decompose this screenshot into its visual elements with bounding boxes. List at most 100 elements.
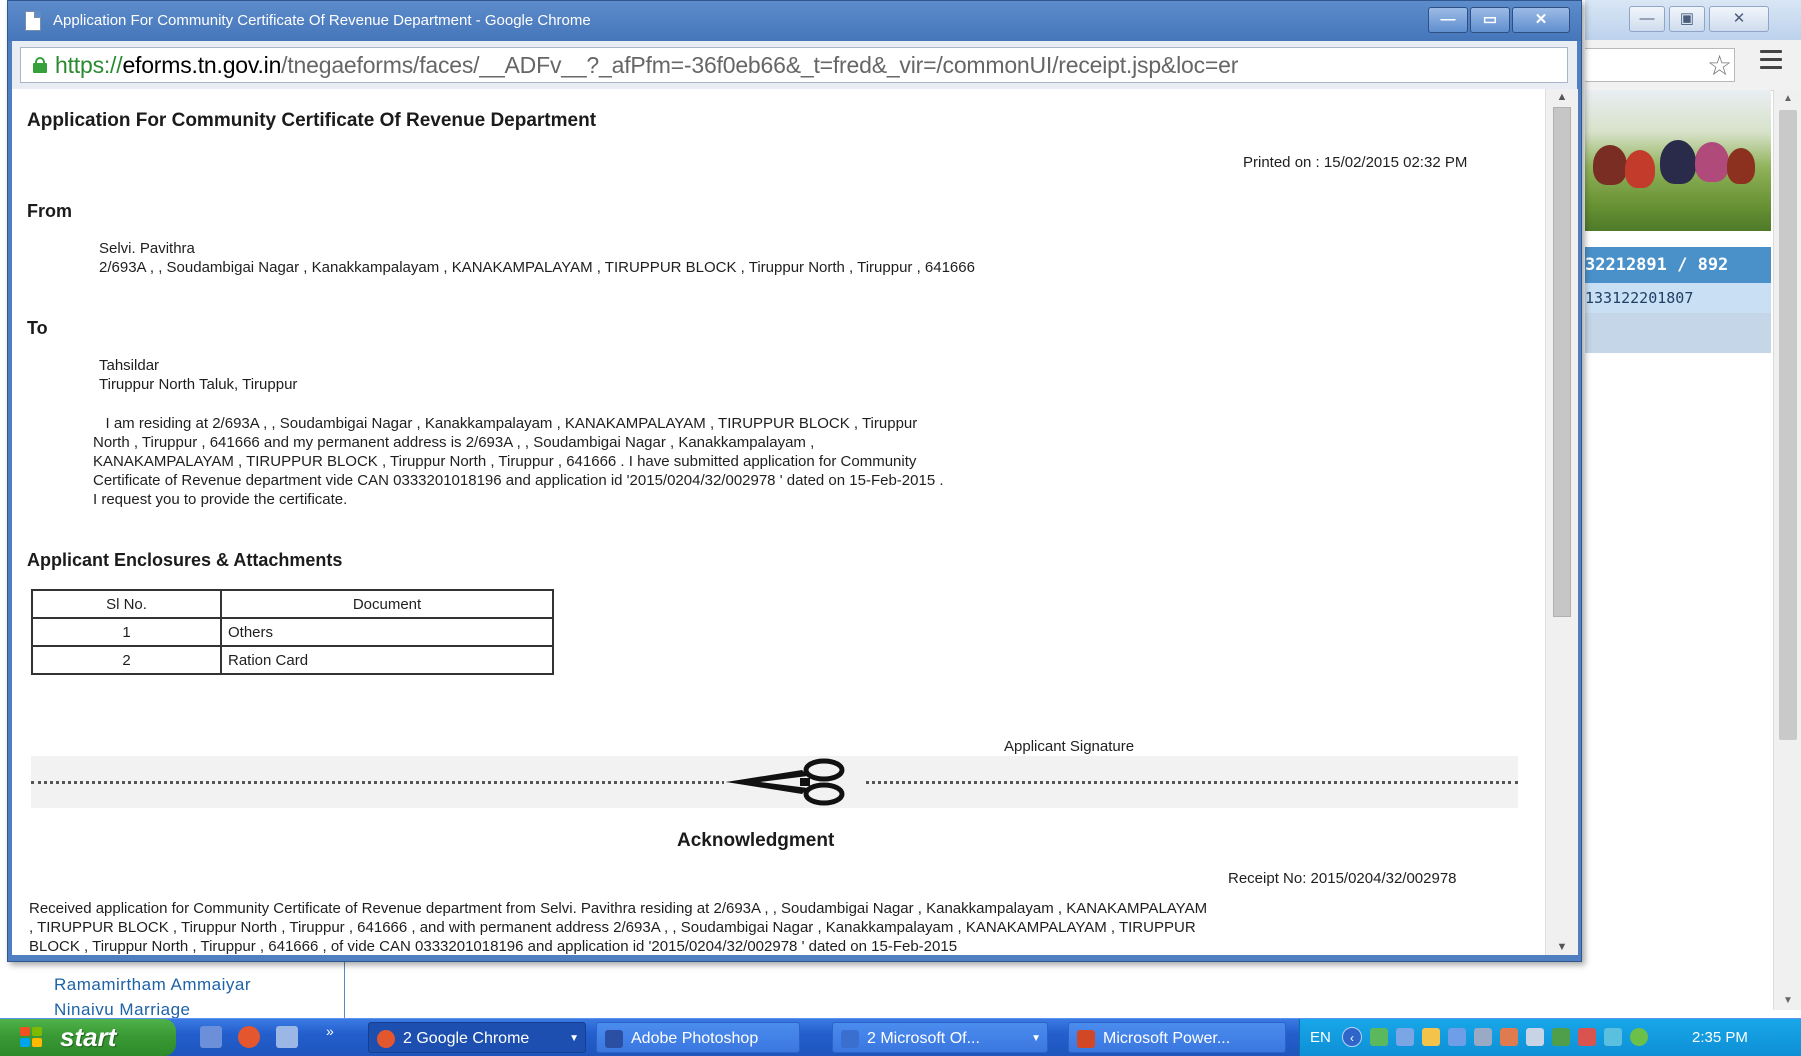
tray-expand-icon[interactable]: ‹ [1342,1027,1362,1047]
popup-minimize-button[interactable]: — [1428,7,1468,33]
acknowledgment-title: Acknowledgment [677,830,835,851]
scroll-up-arrow-icon[interactable]: ▲ [1774,90,1801,108]
taskbar-clock[interactable]: 2:35 PM [1692,1019,1748,1056]
address-bar[interactable]: https://eforms.tn.gov.in/tnegaeforms/fac… [20,47,1568,83]
quicklaunch-chrome-icon[interactable] [238,1026,260,1048]
paragraph-line: Certificate of Revenue department vide C… [93,472,944,489]
chrome-menu-icon[interactable] [1760,50,1782,70]
tray-icon[interactable] [1526,1028,1544,1046]
request-paragraph: I am residing at 2/693A , , Soudambigai … [93,414,1173,509]
popup-toolbar: https://eforms.tn.gov.in/tnegaeforms/fac… [12,41,1577,89]
paragraph-line: KANAKAMPALAYAM , TIRUPPUR BLOCK , Tirupp… [93,453,917,470]
to-office: Tiruppur North Taluk, Tiruppur [99,376,298,393]
receipt-page [12,89,1545,955]
to-label: To [27,318,48,338]
quicklaunch-more-icon[interactable]: » [326,1023,334,1039]
table-cell: 2 [31,645,222,675]
tray-icon[interactable] [1604,1028,1622,1046]
column-header-sl-no: Sl No. [31,589,222,619]
background-band [1585,313,1771,353]
office-icon [841,1030,859,1048]
popup-close-button[interactable]: ✕ [1512,7,1570,33]
enclosures-heading: Applicant Enclosures & Attachments [27,550,343,570]
chrome-icon [377,1030,395,1048]
powerpoint-icon [1077,1030,1095,1048]
background-divider [344,960,345,1018]
paragraph-line: Received application for Community Certi… [29,900,1208,917]
link-ramamirtham-ammaiyar[interactable]: Ramamirtham Ammaiyar [54,975,251,995]
background-scrollbar[interactable]: ▲ ▼ [1773,90,1801,1010]
paragraph-line: BLOCK , Tiruppur North , Tiruppur , 6416… [29,938,958,955]
scroll-down-arrow-icon[interactable]: ▼ [1774,992,1801,1010]
table-row: 1 Others [31,617,554,647]
tray-icon[interactable] [1500,1028,1518,1046]
photoshop-icon [605,1030,623,1048]
from-label: From [27,201,72,221]
table-cell: Ration Card [220,645,554,675]
background-lower-area [0,960,1773,1010]
background-address-bar[interactable]: ☆ [1585,48,1735,82]
tray-icon[interactable] [1578,1028,1596,1046]
enclosures-table: Sl No. Document 1 Others 2 Ration Card [31,589,554,675]
tray-icon[interactable] [1422,1028,1440,1046]
background-window-titlebar: — ▣ ✕ [1585,0,1801,41]
acknowledgment-paragraph: Received application for Community Certi… [29,899,1529,956]
bookmark-star-icon[interactable]: ☆ [1707,52,1732,80]
paragraph-line: I am residing at 2/693A , , Soudambigai … [93,415,918,432]
start-button[interactable]: start [0,1019,176,1056]
lock-icon [33,57,47,73]
taskbar: start » 2 Google Chrome ▼ Adobe Photoshop… [0,1018,1801,1056]
language-indicator[interactable]: EN [1310,1019,1331,1056]
can-number-band: 133122201807 [1585,283,1771,313]
url-text: https://eforms.tn.gov.in/tnegaeforms/fac… [55,52,1239,78]
start-label: start [60,1022,117,1052]
background-maximize-button[interactable]: ▣ [1669,6,1705,32]
document-heading: Application For Community Certificate Of… [27,110,597,131]
popup-titlebar[interactable]: Application For Community Certificate Of… [8,1,1581,41]
popup-title: Application For Community Certificate Of… [53,12,591,29]
phone-number-band: 32212891 / 892 [1585,247,1771,283]
from-name: Selvi. Pavithra [99,240,195,257]
from-address: 2/693A , , Soudambigai Nagar , Kanakkamp… [99,259,975,276]
to-name: Tahsildar [99,357,160,374]
page-icon [25,11,41,31]
task-google-chrome[interactable]: 2 Google Chrome ▼ [368,1022,586,1053]
quicklaunch-desktop-icon[interactable] [200,1026,222,1048]
windows-logo-icon [20,1027,44,1049]
tray-icon[interactable] [1370,1028,1388,1046]
tray-icon[interactable] [1630,1028,1648,1046]
system-tray: EN ‹ 2:35 PM [1299,1019,1801,1056]
background-toolbar: ☆ [1585,40,1801,91]
scissors-icon [724,758,864,806]
paragraph-line: I request you to provide the certificate… [93,491,348,508]
background-minimize-button[interactable]: — [1629,6,1665,32]
tray-icon[interactable] [1396,1028,1414,1046]
scroll-down-arrow-icon[interactable]: ▼ [1546,939,1578,955]
link-ninaivu-marriage[interactable]: Ninaivu Marriage [54,1000,191,1020]
tray-icon[interactable] [1448,1028,1466,1046]
table-cell: 1 [31,617,222,647]
printed-on: Printed on : 15/02/2015 02:32 PM [1243,154,1468,171]
background-close-button[interactable]: ✕ [1709,6,1769,32]
scroll-up-arrow-icon[interactable]: ▲ [1546,89,1578,105]
tray-icon[interactable] [1552,1028,1570,1046]
paragraph-line: North , Tiruppur , 641666 and my permane… [93,434,815,451]
scrollbar-thumb[interactable] [1779,110,1797,740]
popup-scrollbar[interactable]: ▲ ▼ [1545,89,1578,955]
farm-workers-photo [1585,90,1771,231]
task-adobe-photoshop[interactable]: Adobe Photoshop [596,1022,800,1053]
paragraph-line: , TIRUPPUR BLOCK , Tiruppur North , Tiru… [29,919,1196,936]
popup-scrollbar-thumb[interactable] [1553,107,1571,617]
receipt-number: Receipt No: 2015/0204/32/002978 [1228,870,1457,887]
column-header-document: Document [220,589,554,619]
table-row: 2 Ration Card [31,645,554,675]
task-microsoft-office[interactable]: 2 Microsoft Of... ▼ [832,1022,1048,1053]
task-microsoft-powerpoint[interactable]: Microsoft Power... [1068,1022,1286,1053]
background-page: 32212891 / 892 133122201807 [1585,90,1771,1010]
quicklaunch-network-icon[interactable] [276,1026,298,1048]
cut-here-strip [31,756,1518,808]
table-cell: Others [220,617,554,647]
popup-maximize-button[interactable]: ▭ [1470,7,1510,33]
table-header-row: Sl No. Document [31,589,554,619]
tray-icon[interactable] [1474,1028,1492,1046]
